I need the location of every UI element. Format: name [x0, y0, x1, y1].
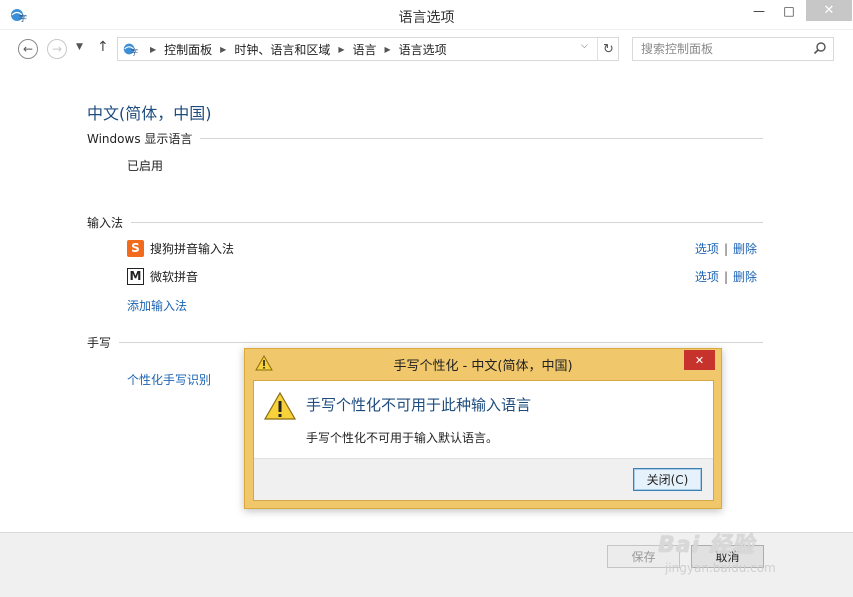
close-window-button[interactable]: ✕: [806, 0, 852, 21]
control-panel-icon: 字: [123, 43, 138, 56]
breadcrumb-language[interactable]: 语言: [353, 41, 377, 58]
dialog-message: 手写个性化不可用于输入默认语言。: [306, 431, 499, 445]
dialog-title: 手写个性化 - 中文(简体，中国): [393, 359, 573, 374]
watermark-url: jingyan.baidu.com: [665, 561, 776, 575]
maximize-button[interactable]: □: [772, 0, 806, 21]
microsoft-pinyin-logo-icon: M: [127, 267, 144, 285]
window-title: 语言选项: [398, 10, 455, 26]
back-button[interactable]: ←: [18, 39, 38, 59]
search-box[interactable]: [632, 37, 834, 61]
display-language-status: 已启用: [127, 159, 164, 173]
up-button[interactable]: ↑: [97, 39, 109, 55]
input-method-section: 输入法: [87, 214, 763, 231]
section-title: Windows 显示语言: [87, 132, 193, 146]
add-input-method-link[interactable]: 添加输入法: [127, 297, 187, 314]
arrow-right-icon: →: [51, 42, 63, 56]
ime-actions: 选项 | 删除: [695, 268, 757, 285]
watermark-logo: Bai 经验: [658, 533, 755, 558]
ime-name: 微软拼音: [150, 269, 199, 284]
breadcrumb-separator-icon: ▶: [384, 44, 391, 54]
breadcrumb-separator-icon: ▶: [150, 44, 157, 54]
sogou-logo-icon: S: [127, 239, 144, 257]
arrow-up-icon: ↑: [97, 39, 109, 55]
svg-text:字: 字: [131, 47, 138, 56]
breadcrumb-separator-icon: ▶: [338, 44, 345, 54]
dialog-footer: 关闭(C): [254, 458, 713, 500]
minimize-button[interactable]: —: [746, 0, 772, 21]
display-language-section: Windows 显示语言: [87, 130, 763, 147]
divider: [200, 138, 763, 139]
ime-name: 搜狗拼音输入法: [150, 241, 235, 256]
ime-remove-link[interactable]: 删除: [733, 268, 757, 285]
handwriting-dialog: 手写个性化 - 中文(简体，中国) ✕ 手写个性化不可用于此种输入语言 手写个性…: [244, 348, 722, 509]
separator: |: [723, 269, 728, 284]
arrow-left-icon: ←: [22, 42, 34, 56]
breadcrumb-control-panel[interactable]: 控制面板: [164, 41, 212, 58]
section-title: 输入法: [87, 216, 124, 230]
navigation-bar: ← → ▼ ↑ 字 ▶ 控制面板 ▶ 时钟、语言和区域 ▶ 语言 ▶ 语言选项 …: [0, 30, 853, 68]
address-bar[interactable]: 字 ▶ 控制面板 ▶ 时钟、语言和区域 ▶ 语言 ▶ 语言选项 ⌵ ↻: [117, 37, 619, 61]
search-icon[interactable]: [813, 41, 827, 55]
dialog-heading: 手写个性化不可用于此种输入语言: [306, 396, 532, 414]
search-input[interactable]: [633, 38, 803, 60]
ime-actions: 选项 | 删除: [695, 240, 757, 257]
breadcrumb-language-options[interactable]: 语言选项: [399, 41, 447, 58]
title-bar: 字 语言选项 — □ ✕: [0, 0, 853, 30]
divider: [131, 222, 763, 223]
dialog-close-button[interactable]: ✕: [684, 350, 715, 370]
separator: |: [723, 241, 728, 256]
warning-icon: [264, 391, 296, 420]
language-title: 中文(简体，中国): [87, 104, 212, 123]
forward-button[interactable]: →: [47, 39, 67, 59]
recent-locations-chevron-icon[interactable]: ▼: [76, 42, 83, 52]
divider: [119, 342, 763, 343]
address-dropdown-icon[interactable]: ⌵: [581, 41, 588, 51]
ime-options-link[interactable]: 选项: [695, 268, 719, 285]
list-item: M 微软拼音 选项 | 删除: [127, 267, 763, 285]
close-icon: ✕: [694, 353, 705, 367]
dialog-body: 手写个性化不可用于此种输入语言 手写个性化不可用于输入默认语言。 关闭(C): [253, 380, 714, 501]
breadcrumb-separator-icon: ▶: [220, 44, 227, 54]
list-item: S 搜狗拼音输入法 选项 | 删除: [127, 239, 763, 257]
personalize-handwriting-link[interactable]: 个性化手写识别: [127, 371, 211, 388]
section-title: 手写: [87, 336, 112, 350]
breadcrumb-clock-language-region[interactable]: 时钟、语言和区域: [234, 41, 330, 58]
dialog-close-action-button[interactable]: 关闭(C): [633, 468, 702, 491]
refresh-icon[interactable]: ↻: [597, 38, 619, 60]
ime-options-link[interactable]: 选项: [695, 240, 719, 257]
ime-remove-link[interactable]: 删除: [733, 240, 757, 257]
